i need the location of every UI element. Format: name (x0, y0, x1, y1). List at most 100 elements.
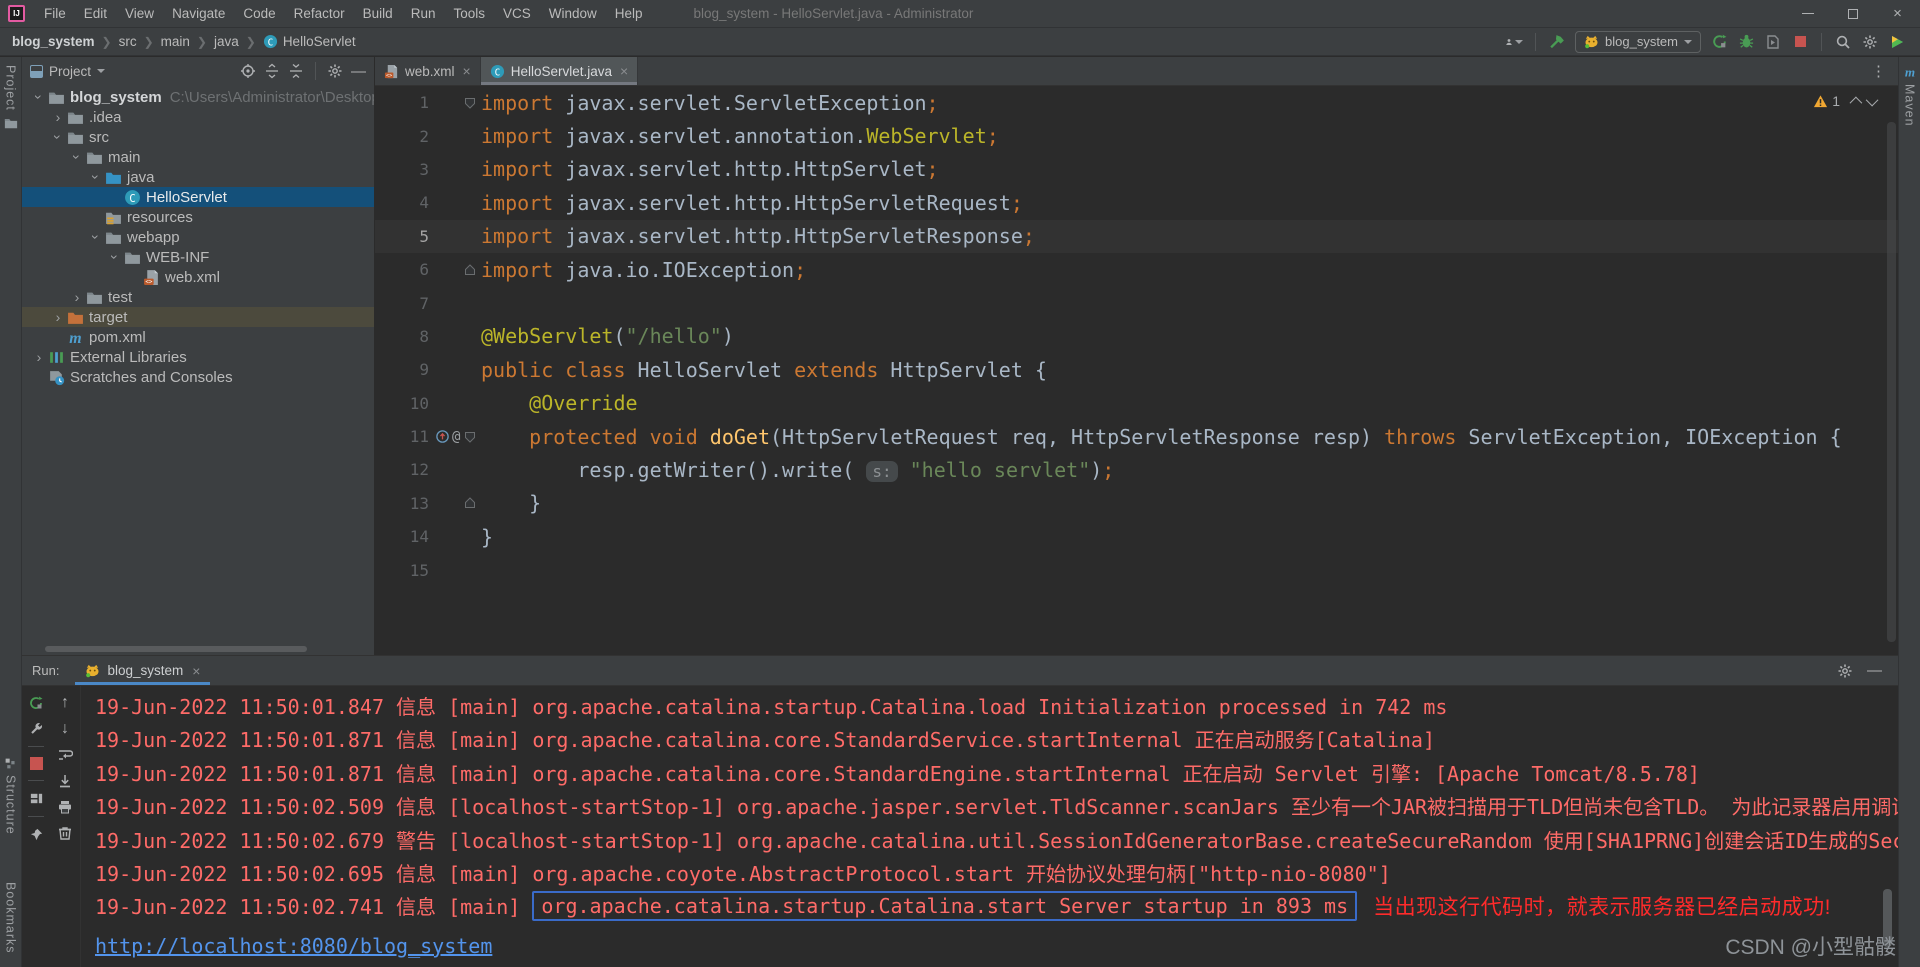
tree-chevron-icon[interactable]: › (69, 148, 85, 166)
breadcrumb-src[interactable]: src (119, 34, 137, 49)
scroll-to-end-button[interactable] (57, 773, 73, 789)
gear-icon[interactable] (1837, 663, 1853, 679)
tree-item-blog-system[interactable]: ›blog_systemC:\Users\Administrator\Deskt… (22, 87, 374, 107)
editor-tab-web-xml[interactable]: web.xml× (375, 57, 481, 85)
gear-icon[interactable] (327, 63, 343, 79)
down-stacktrace-button arrow-down-icon[interactable]: ↓ (61, 721, 69, 737)
stop-server-button[interactable] (30, 757, 43, 770)
tree-item-external-libraries[interactable]: ›External Libraries (22, 347, 374, 367)
menu-run[interactable]: Run (402, 0, 445, 27)
ide-features-button[interactable] (1888, 33, 1906, 51)
fold-down-icon[interactable] (463, 96, 477, 110)
tree-item--idea[interactable]: ›.idea (22, 107, 374, 127)
tree-chevron-icon[interactable]: › (31, 88, 47, 106)
tool-stripe-project[interactable]: Project (4, 65, 18, 111)
tree-chevron-icon[interactable]: › (49, 109, 67, 125)
tool-stripe-maven[interactable]: Maven (1903, 84, 1917, 127)
console-output[interactable]: 19-Jun-2022 11:50:01.847 信息 [main] org.a… (81, 686, 1898, 967)
tree-chevron-icon[interactable]: › (88, 228, 104, 246)
server-url-link[interactable]: http://localhost:8080/blog_system (95, 934, 492, 958)
fold-up-icon[interactable] (463, 263, 477, 277)
rerun-server-button[interactable] (28, 695, 44, 711)
breadcrumb-class[interactable]: HelloServlet (263, 34, 356, 49)
menu-edit[interactable]: Edit (75, 0, 116, 27)
menu-help[interactable]: Help (606, 0, 652, 27)
menu-file[interactable]: File (35, 0, 75, 27)
tree-item-web-inf[interactable]: ›WEB-INF (22, 247, 374, 267)
code-editor[interactable]: 1import javax.servlet.ServletException;2… (375, 86, 1898, 655)
vertical-scrollbar[interactable] (1887, 122, 1896, 642)
maven-icon[interactable] (1903, 65, 1917, 79)
tree-chevron-icon[interactable]: › (30, 349, 48, 365)
pin-tab-button pin-icon[interactable] (29, 827, 44, 842)
close-button[interactable]: × (1875, 0, 1920, 27)
collapse-all-button[interactable] (288, 63, 304, 79)
debug-button[interactable] (1737, 33, 1755, 51)
breadcrumb-blog_system[interactable]: blog_system (12, 34, 95, 49)
menu-tools[interactable]: Tools (444, 0, 494, 27)
menu-build[interactable]: Build (354, 0, 402, 27)
project-panel-title[interactable]: Project (49, 64, 91, 79)
horizontal-scrollbar[interactable] (45, 646, 307, 652)
prev-problem-button chevron-up-icon[interactable] (1850, 96, 1863, 109)
tree-item-pom-xml[interactable]: pom.xml (22, 327, 374, 347)
next-problem-button chevron-down-icon[interactable] (1866, 93, 1879, 106)
close-icon[interactable]: × (620, 63, 628, 79)
editor-tab-helloservlet-java[interactable]: HelloServlet.java× (481, 57, 638, 85)
rerun-button[interactable] (1710, 33, 1728, 51)
up-stacktrace-button arrow-up-icon[interactable]: ↑ (61, 695, 69, 711)
maximize-button[interactable] (1830, 0, 1875, 27)
close-icon[interactable]: × (192, 663, 200, 679)
settings-button[interactable] (1861, 33, 1879, 51)
breadcrumb-main[interactable]: main (161, 34, 190, 49)
fold-down-icon[interactable] (463, 430, 477, 444)
tree-item-webapp[interactable]: ›webapp (22, 227, 374, 247)
run-configuration-select[interactable]: blog_system (1575, 31, 1701, 53)
restore-layout-button[interactable] (29, 791, 44, 806)
minimize-button[interactable] (1785, 0, 1830, 27)
tree-item-java[interactable]: ›java (22, 167, 374, 187)
menu-refactor[interactable]: Refactor (285, 0, 354, 27)
fold-up-icon[interactable] (463, 496, 477, 510)
search-everywhere-button[interactable] (1834, 33, 1852, 51)
tree-chevron-icon[interactable]: › (88, 168, 104, 186)
inspection-widget[interactable]: 1 (1813, 93, 1878, 109)
tree-item-scratches-and-consoles[interactable]: Scratches and Consoles (22, 367, 374, 387)
hide-panel-button[interactable]: — (1867, 662, 1882, 679)
tree-chevron-icon[interactable]: › (50, 128, 66, 146)
menu-navigate[interactable]: Navigate (163, 0, 234, 27)
print-button printer-icon[interactable] (57, 799, 73, 815)
stop-button[interactable] (1791, 33, 1809, 51)
tree-item-test[interactable]: ›test (22, 287, 374, 307)
expand-all-button[interactable] (264, 63, 280, 79)
code-with-me-button[interactable] (1505, 33, 1523, 51)
tree-item-helloservlet[interactable]: HelloServlet (22, 187, 374, 207)
hide-panel-button[interactable]: — (351, 63, 366, 80)
structure-icon[interactable] (4, 757, 17, 770)
tree-chevron-icon[interactable]: › (49, 309, 67, 325)
tab-list-button more-icon[interactable]: ⋮ (1859, 57, 1898, 85)
tree-chevron-icon[interactable]: › (68, 289, 86, 305)
tree-item-resources[interactable]: resources (22, 207, 374, 227)
edit-configuration-button wrench-icon[interactable] (29, 721, 44, 736)
tree-item-target[interactable]: ›target (22, 307, 374, 327)
close-icon[interactable]: × (463, 63, 471, 79)
build-button[interactable] (1548, 33, 1566, 51)
tool-stripe-bookmarks[interactable]: Bookmarks (4, 882, 18, 954)
tree-item-web-xml[interactable]: web.xml (22, 267, 374, 287)
menu-vcs[interactable]: VCS (494, 0, 540, 27)
run-tab-blog-system[interactable]: blog_system × (75, 656, 210, 685)
tool-stripe-structure[interactable]: Structure (4, 775, 18, 835)
tree-item-src[interactable]: ›src (22, 127, 374, 147)
menu-window[interactable]: Window (540, 0, 606, 27)
coverage-button[interactable] (1764, 33, 1782, 51)
clear-console-button trash-icon[interactable] (57, 825, 73, 841)
chevron-down-icon[interactable] (97, 69, 105, 73)
tree-chevron-icon[interactable]: › (107, 248, 123, 266)
soft-wrap-button[interactable] (57, 747, 73, 763)
locate-file-button[interactable] (240, 63, 256, 79)
menu-view[interactable]: View (116, 0, 163, 27)
breadcrumb-java[interactable]: java (214, 34, 239, 49)
menu-code[interactable]: Code (234, 0, 284, 27)
folder-icon[interactable] (4, 116, 18, 130)
